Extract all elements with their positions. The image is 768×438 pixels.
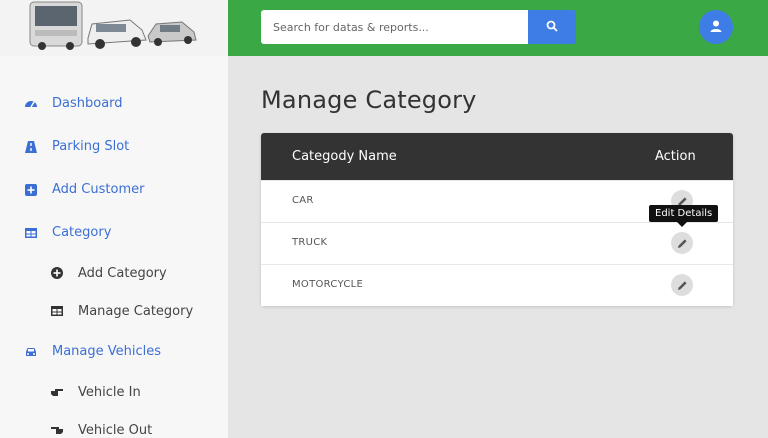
- sidebar-item-add-customer[interactable]: Add Customer: [0, 168, 228, 211]
- edit-details-tooltip: Edit Details: [649, 205, 719, 227]
- search-icon: [546, 20, 558, 35]
- car-icon: [24, 345, 38, 359]
- sidebar-item-label: Dashboard: [52, 96, 123, 111]
- plus-square-icon: [24, 183, 38, 197]
- category-name-cell: TRUCK: [292, 237, 328, 248]
- logo: [0, 0, 228, 56]
- sidebar-item-dashboard[interactable]: Dashboard: [0, 82, 228, 125]
- search-input[interactable]: [261, 10, 528, 44]
- sidebar: Dashboard Parking Slot Add Customer Cate…: [0, 0, 228, 438]
- category-name-cell: CAR: [292, 195, 314, 206]
- top-bar: [228, 0, 768, 56]
- sidebar-item-manage-vehicles[interactable]: Manage Vehicles: [0, 330, 228, 373]
- sidebar-nav: Dashboard Parking Slot Add Customer Cate…: [0, 82, 228, 438]
- table-row: TRUCK: [261, 222, 733, 264]
- sidebar-item-label: Vehicle In: [78, 384, 141, 400]
- search-button[interactable]: [528, 10, 576, 44]
- sidebar-item-label: Parking Slot: [52, 139, 130, 154]
- hand-right-icon: [50, 385, 64, 399]
- sidebar-item-label: Add Customer: [52, 182, 145, 197]
- page-title: Manage Category: [261, 86, 477, 114]
- sidebar-item-manage-category[interactable]: Manage Category: [0, 292, 228, 330]
- plus-circle-icon: [50, 266, 64, 280]
- user-icon: [709, 18, 723, 37]
- search-bar: [261, 10, 576, 44]
- category-name-cell: MOTORCYCLE: [292, 279, 364, 290]
- sidebar-item-add-category[interactable]: Add Category: [0, 254, 228, 292]
- road-icon: [24, 140, 38, 154]
- sidebar-item-parking-slot[interactable]: Parking Slot: [0, 125, 228, 168]
- edit-button[interactable]: [671, 232, 693, 254]
- sidebar-item-label: Add Category: [78, 265, 167, 281]
- sidebar-item-label: Category: [52, 225, 112, 240]
- table-row: MOTORCYCLE: [261, 264, 733, 306]
- edit-button[interactable]: [671, 274, 693, 296]
- sidebar-item-vehicle-in[interactable]: Vehicle In: [0, 373, 228, 411]
- column-header-name: Categody Name: [292, 149, 397, 164]
- sidebar-item-category[interactable]: Category: [0, 211, 228, 254]
- hand-left-icon: [50, 423, 64, 437]
- table-icon: [50, 304, 64, 318]
- user-avatar-button[interactable]: [699, 10, 733, 44]
- sidebar-item-label: Manage Vehicles: [52, 344, 162, 359]
- table-header: Categody Name Action: [261, 133, 733, 180]
- sidebar-item-vehicle-out[interactable]: Vehicle Out: [0, 411, 228, 438]
- column-header-action: Action: [655, 149, 696, 164]
- table-icon: [24, 226, 38, 240]
- sidebar-item-label: Vehicle Out: [78, 422, 153, 438]
- pencil-icon: [677, 234, 688, 253]
- pencil-icon: [677, 276, 688, 295]
- tachometer-icon: [24, 97, 38, 111]
- sidebar-item-label: Manage Category: [78, 303, 194, 319]
